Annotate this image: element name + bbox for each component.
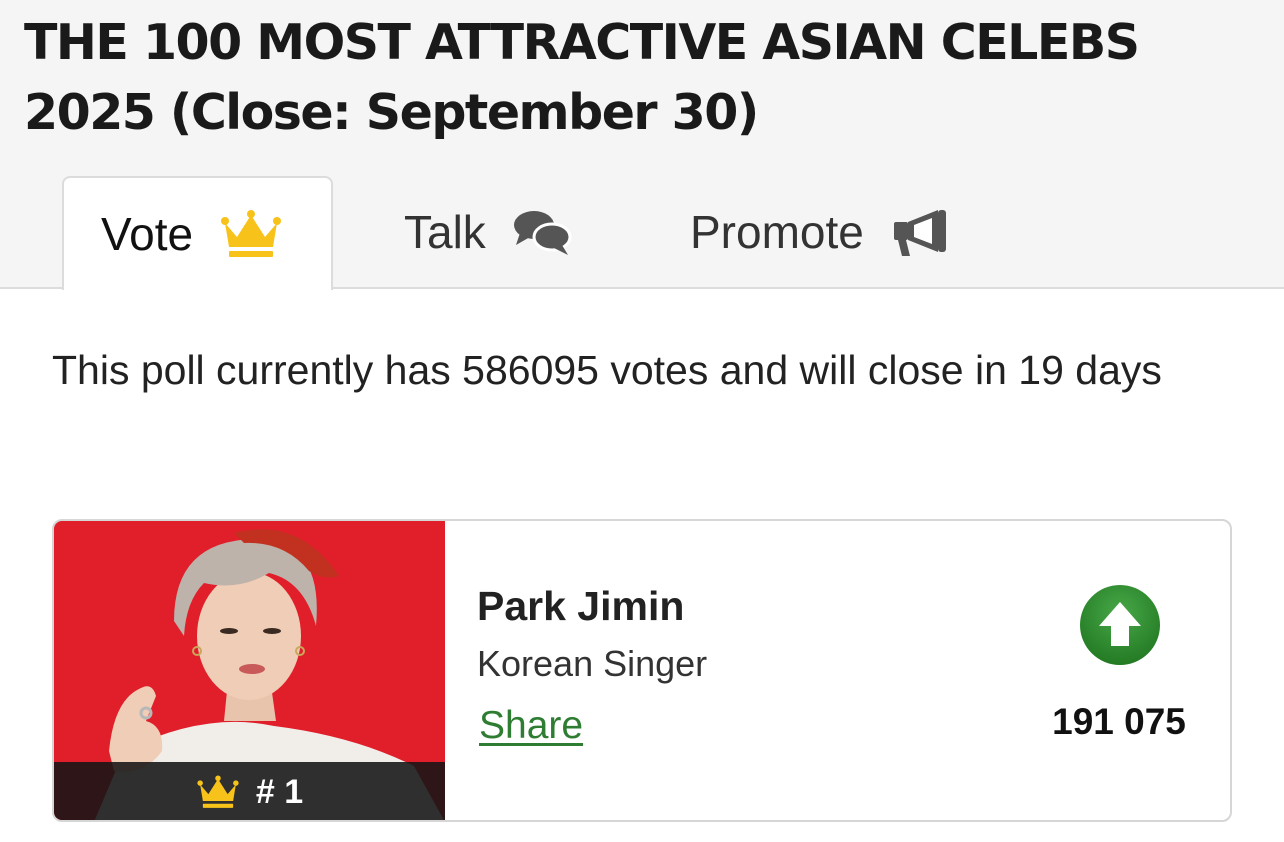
celeb-photo[interactable]: # 1 [54,521,445,820]
upvote-arrow-icon [1080,585,1160,665]
rank-crown-icon [196,774,240,810]
celeb-name: Park Jimin [477,583,685,629]
upvote-button[interactable] [1079,584,1161,666]
megaphone-icon [890,206,950,258]
poll-page: THE 100 MOST ATTRACTIVE ASIAN CELEBS 202… [0,0,1284,842]
crown-icon [219,209,283,259]
poll-content: This poll currently has 586095 votes and… [0,287,1284,842]
tab-promote[interactable]: Promote [690,176,950,288]
rank-number: # 1 [255,772,304,811]
celeb-entry-card: # 1 Park Jimin Korean Singer Share 191 0… [52,519,1232,822]
tab-vote-label: Vote [101,208,194,260]
tab-vote[interactable]: Vote [62,176,333,290]
tab-promote-label: Promote [690,206,864,258]
poll-info-text: This poll currently has 586095 votes and… [52,347,1162,393]
chat-bubbles-icon [512,207,572,257]
share-link[interactable]: Share [479,704,583,748]
vote-count: 191 075 [1052,701,1186,742]
celeb-category: Korean Singer [477,643,708,684]
tab-talk-label: Talk [404,206,486,258]
page-title: THE 100 MOST ATTRACTIVE ASIAN CELEBS 202… [24,14,1140,141]
tab-talk[interactable]: Talk [404,176,572,288]
rank-badge: # 1 [54,762,445,820]
tab-bar: Vote Talk Promote [0,176,1284,290]
